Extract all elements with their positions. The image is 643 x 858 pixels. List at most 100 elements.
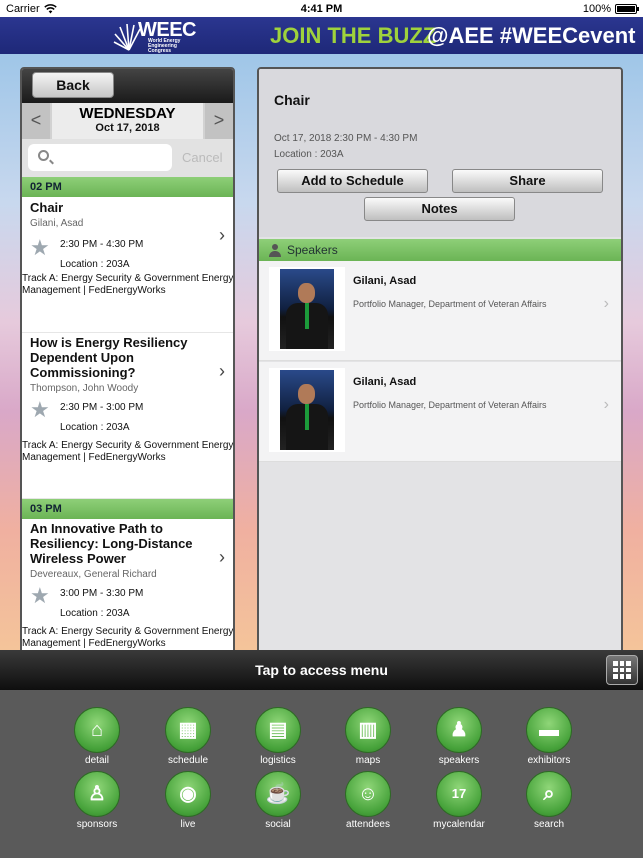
- menu-label: mycalendar: [433, 819, 485, 830]
- search-icon: ⌕: [526, 771, 572, 817]
- map-icon: ▥: [345, 707, 391, 753]
- detail-info: Oct 17, 2018 2:30 PM - 4:30 PM Location …: [274, 131, 417, 163]
- calendar-17-icon: 17: [436, 771, 482, 817]
- menu-label: attendees: [346, 819, 390, 830]
- battery-icon: [615, 3, 639, 14]
- session-speaker: Gilani, Asad: [30, 218, 84, 229]
- menu-label: detail: [85, 755, 109, 766]
- star-icon[interactable]: ★: [30, 399, 52, 421]
- date-display: WEDNESDAY Oct 17, 2018: [52, 103, 203, 139]
- event-banner: WEEC World Energy Engineering Congress J…: [0, 17, 643, 54]
- menu-item-attendees[interactable]: ☺ attendees: [328, 771, 408, 830]
- back-button[interactable]: Back: [32, 72, 114, 98]
- speaker-name: Gilani, Asad: [353, 376, 417, 388]
- prev-day-button[interactable]: <: [22, 103, 50, 139]
- star-icon[interactable]: ★: [30, 585, 52, 607]
- menu-label: search: [533, 819, 564, 830]
- session-track: Track A: Energy Security & Government En…: [22, 273, 234, 296]
- session-location: Location : 203A: [60, 259, 130, 270]
- menu-item-exhibitors[interactable]: ▬ exhibitors: [509, 707, 589, 766]
- chevron-right-icon: >: [213, 110, 225, 130]
- people-group-icon: ☺: [345, 771, 391, 817]
- rss-icon: ◉: [165, 771, 211, 817]
- speaker-row[interactable]: Gilani, Asad Portfolio Manager, Departme…: [259, 261, 621, 361]
- menu-item-detail[interactable]: ⌂ detail: [57, 707, 137, 766]
- speaker-photo: [269, 267, 345, 351]
- hour-header: 02 PM: [22, 177, 233, 197]
- battery-percent: 100%: [582, 2, 611, 15]
- session-time: 2:30 PM - 3:00 PM: [60, 402, 144, 413]
- speaker-row[interactable]: Gilani, Asad Portfolio Manager, Departme…: [259, 362, 621, 462]
- coffee-cup-icon: ☕: [255, 771, 301, 817]
- menu-label: sponsors: [76, 819, 118, 830]
- date-selector: < WEDNESDAY Oct 17, 2018 >: [22, 103, 233, 139]
- menu-bar-label: Tap to access menu: [255, 662, 388, 678]
- speaker-photo: [269, 368, 345, 452]
- carrier-label: Carrier: [6, 2, 40, 15]
- menu-item-logistics[interactable]: ▤ logistics: [238, 707, 318, 766]
- status-time: 4:41 PM: [300, 2, 343, 15]
- menu-item-social[interactable]: ☕ social: [238, 771, 318, 830]
- session-speaker: Thompson, John Woody: [30, 383, 139, 394]
- chevron-right-icon: ›: [603, 396, 609, 413]
- session-detail: Chair Oct 17, 2018 2:30 PM - 4:30 PM Loc…: [259, 69, 621, 237]
- cancel-button[interactable]: Cancel: [182, 150, 222, 165]
- menu-item-search[interactable]: ⌕ search: [509, 771, 589, 830]
- grid-menu-icon[interactable]: [606, 655, 638, 685]
- session-detail-panel: Chair Oct 17, 2018 2:30 PM - 4:30 PM Loc…: [257, 67, 623, 657]
- clipboard-icon: ▤: [255, 707, 301, 753]
- menu-item-maps[interactable]: ▥ maps: [328, 707, 408, 766]
- menu-label: live: [180, 819, 196, 830]
- session-item[interactable]: How is Energy Resiliency Dependent Upon …: [22, 333, 233, 499]
- chevron-right-icon: ›: [603, 295, 609, 312]
- logo-subtext: World Energy Engineering Congress: [148, 38, 181, 54]
- search-input[interactable]: [28, 144, 172, 171]
- next-day-button[interactable]: >: [205, 103, 233, 139]
- sponsor-person-icon: ♙: [74, 771, 120, 817]
- add-to-schedule-button[interactable]: Add to Schedule: [277, 169, 428, 193]
- session-title: Chair: [30, 200, 64, 215]
- schedule-panel: Back < WEDNESDAY Oct 17, 2018 > Cancel 0…: [20, 67, 235, 657]
- chevron-right-icon: ›: [219, 547, 225, 567]
- session-item[interactable]: Chair Gilani, Asad ★ 2:30 PM - 4:30 PM L…: [22, 197, 233, 333]
- speaker-icon: [269, 244, 281, 257]
- detail-location: Location : 203A: [274, 149, 344, 160]
- session-location: Location : 203A: [60, 422, 130, 433]
- speaker-role: Portfolio Manager, Department of Veteran…: [353, 299, 547, 309]
- share-button[interactable]: Share: [452, 169, 603, 193]
- menu-item-speakers[interactable]: ♟ speakers: [419, 707, 499, 766]
- home-icon: ⌂: [74, 707, 120, 753]
- menu-item-sponsors[interactable]: ♙ sponsors: [57, 771, 137, 830]
- menu-label: maps: [355, 755, 381, 766]
- menu-bar[interactable]: Tap to access menu: [0, 650, 643, 690]
- speaker-podium-icon: ♟: [436, 707, 482, 753]
- notes-button[interactable]: Notes: [364, 197, 515, 221]
- menu-item-mycalendar[interactable]: 17 mycalendar: [419, 771, 499, 830]
- menu-item-schedule[interactable]: ▦ schedule: [148, 707, 228, 766]
- menu-item-live[interactable]: ◉ live: [148, 771, 228, 830]
- chevron-right-icon: ›: [219, 361, 225, 381]
- day-label: WEDNESDAY: [79, 105, 176, 122]
- briefcase-icon: ▬: [526, 707, 572, 753]
- search-icon: [38, 150, 49, 161]
- app-menu: ⌂ detail ▦ schedule ▤ logistics ▥ maps ♟ spea…: [0, 690, 643, 858]
- session-speaker: Devereaux, General Richard: [30, 569, 157, 580]
- speaker-name: Gilani, Asad: [353, 275, 417, 287]
- hashtag: @AEE #WEECevent: [427, 23, 636, 48]
- wifi-icon: [43, 3, 57, 13]
- schedule-toolbar: Back: [22, 69, 233, 103]
- search-row: Cancel: [22, 139, 233, 177]
- detail-datetime: Oct 17, 2018 2:30 PM - 4:30 PM: [274, 133, 418, 144]
- session-item[interactable]: An Innovative Path to Resiliency: Long-D…: [22, 519, 233, 655]
- calendar-grid-icon: ▦: [165, 707, 211, 753]
- star-icon[interactable]: ★: [30, 237, 52, 259]
- session-time: 3:00 PM - 3:30 PM: [60, 588, 144, 599]
- status-bar: Carrier 4:41 PM 100%: [0, 0, 643, 17]
- chevron-left-icon: <: [30, 110, 42, 130]
- speaker-role: Portfolio Manager, Department of Veteran…: [353, 400, 547, 410]
- session-time: 2:30 PM - 4:30 PM: [60, 239, 144, 250]
- date-label: Oct 17, 2018: [95, 122, 160, 134]
- menu-label: schedule: [167, 755, 209, 766]
- detail-title: Chair: [274, 92, 310, 108]
- menu-label: speakers: [438, 755, 480, 766]
